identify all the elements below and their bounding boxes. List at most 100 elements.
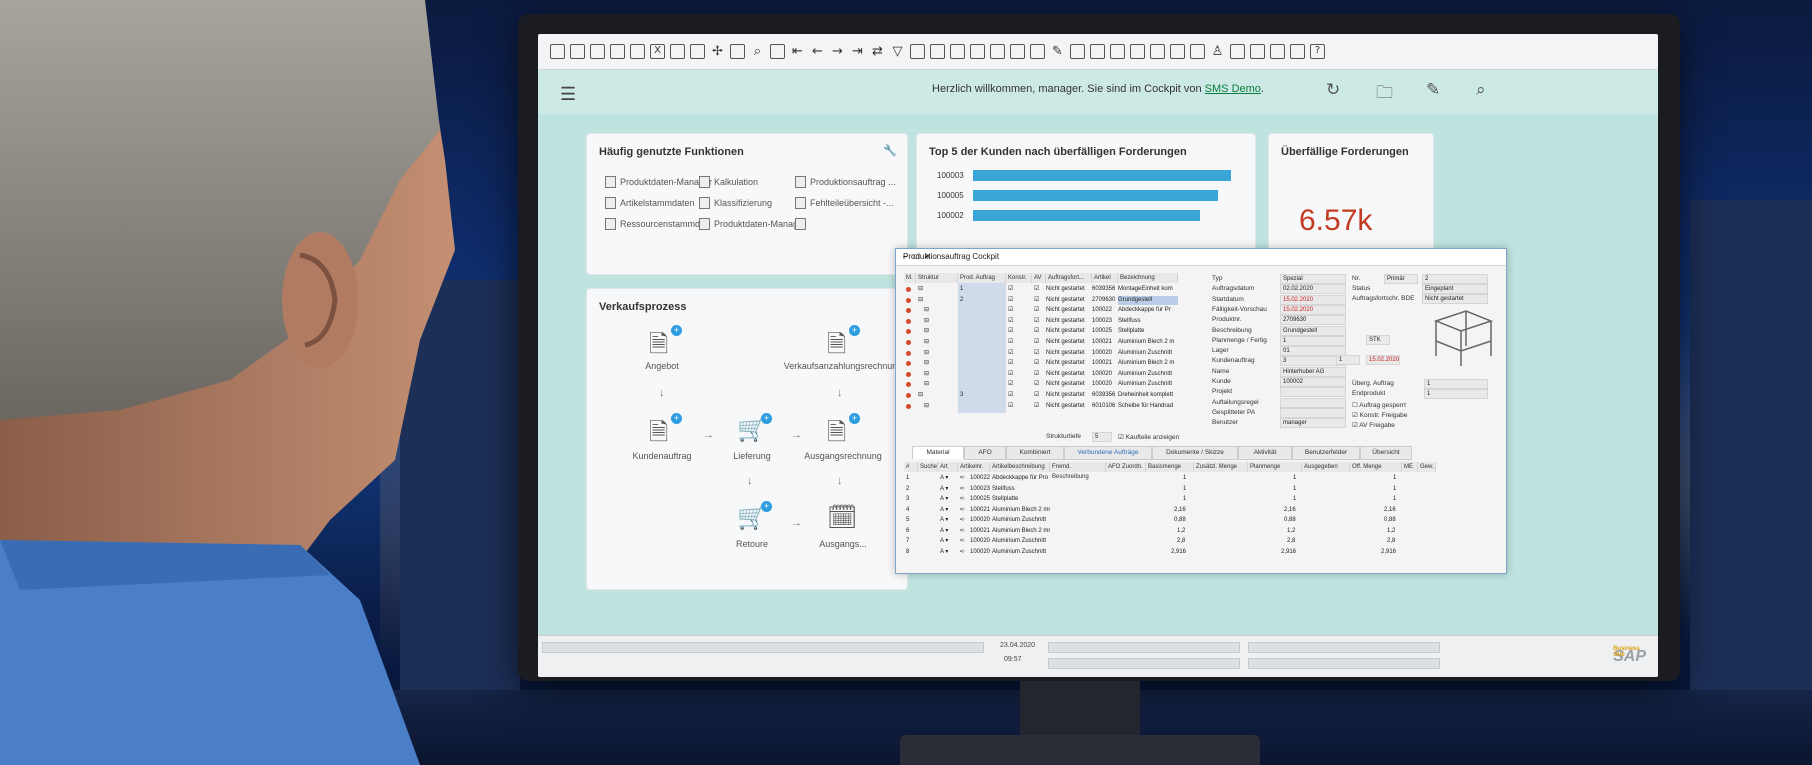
flag-checkbox[interactable]: ☐ Auftrag gesperrt	[1352, 401, 1406, 409]
parent-order-value[interactable]: 1	[1424, 379, 1488, 389]
sales-order-pos[interactable]: 1	[1336, 355, 1360, 365]
tree-node-icon[interactable]: ⊟	[924, 306, 929, 315]
construction-checkbox[interactable]: ☑	[1008, 327, 1013, 336]
doc-icon[interactable]	[990, 44, 1005, 59]
field-value[interactable]: Grundgestell	[1280, 325, 1346, 336]
link-arrow-icon[interactable]: ➪	[960, 516, 965, 525]
column-header[interactable]: AV	[1032, 273, 1046, 283]
number-type[interactable]: Primär	[1384, 274, 1418, 284]
pencil-icon[interactable]: ✎	[1426, 80, 1440, 100]
first-record-icon[interactable]: ⇤	[790, 44, 805, 59]
wrench-icon[interactable]: 🔧	[883, 144, 897, 157]
form-icon[interactable]	[550, 44, 565, 59]
bar[interactable]	[973, 190, 1218, 201]
field-value[interactable]: 15.02.2020	[1280, 304, 1346, 315]
function-link[interactable]: Produktionsauftrag ...	[795, 176, 896, 188]
material-column-header[interactable]: Art	[938, 462, 958, 472]
construction-checkbox[interactable]: ☑	[1008, 402, 1013, 411]
item-type[interactable]: A ▾	[940, 485, 948, 494]
item-type[interactable]: A ▾	[940, 495, 948, 504]
link-arrow-icon[interactable]: ➪	[960, 474, 965, 483]
av-checkbox[interactable]: ☑	[1034, 349, 1039, 358]
column-header[interactable]: Konstr.	[1006, 273, 1032, 283]
tree-node-icon[interactable]: ⊟	[924, 370, 929, 379]
outgoing-icon[interactable]: 🗓	[827, 503, 857, 531]
users-icon[interactable]	[1190, 44, 1205, 59]
item-type[interactable]: A ▾	[940, 506, 948, 515]
material-column-header[interactable]: #	[904, 462, 918, 472]
function-link[interactable]: Kalkulation	[699, 176, 758, 188]
construction-checkbox[interactable]: ☑	[1008, 306, 1013, 315]
field-value[interactable]: Hinterhuber AG	[1280, 366, 1346, 377]
number-value[interactable]: 2	[1422, 274, 1488, 284]
folder-icon[interactable]: 🗀	[1376, 80, 1393, 109]
bar[interactable]	[973, 210, 1200, 221]
preview-icon[interactable]	[590, 44, 605, 59]
av-checkbox[interactable]: ☑	[1034, 306, 1039, 315]
column-header[interactable]: Prod. Auftrag	[958, 273, 1006, 283]
report-icon[interactable]	[1110, 44, 1125, 59]
av-checkbox[interactable]: ☑	[1034, 391, 1039, 400]
item-type[interactable]: A ▾	[940, 474, 948, 483]
report-icon[interactable]	[1090, 44, 1105, 59]
doc-icon[interactable]	[950, 44, 965, 59]
doc-icon[interactable]	[930, 44, 945, 59]
add-icon[interactable]: +	[671, 325, 682, 336]
av-checkbox[interactable]: ☑	[1034, 359, 1039, 368]
construction-checkbox[interactable]: ☑	[1008, 380, 1013, 389]
window-icon[interactable]	[1250, 44, 1265, 59]
tree-node-icon[interactable]: ⊟	[918, 296, 923, 305]
material-column-header[interactable]: Basismenge	[1146, 462, 1194, 472]
tree-node-icon[interactable]: ⊟	[924, 380, 929, 389]
material-column-header[interactable]: ME	[1402, 462, 1418, 472]
print-icon[interactable]	[570, 44, 585, 59]
construction-checkbox[interactable]: ☑	[1008, 370, 1013, 379]
window-icon[interactable]	[1270, 44, 1285, 59]
function-link[interactable]: Fehlteileübersicht -...	[795, 197, 894, 209]
flag-checkbox[interactable]: ☑ Konstr. Freigabe	[1352, 411, 1407, 419]
tab[interactable]: AFO	[964, 446, 1006, 460]
field-value[interactable]: manager	[1280, 418, 1346, 429]
tab[interactable]: Kombiniert	[1006, 446, 1064, 460]
report-icon[interactable]	[1170, 44, 1185, 59]
filter-icon[interactable]: ▽	[890, 44, 905, 59]
report-icon[interactable]	[1130, 44, 1145, 59]
search-icon[interactable]: ⌕	[1476, 80, 1486, 100]
material-column-header[interactable]: Fremd. Beschreibung	[1050, 462, 1106, 480]
excel-icon[interactable]: X	[650, 44, 665, 59]
user-icon[interactable]: ♙	[1210, 44, 1225, 59]
company-link[interactable]: SMS Demo	[1205, 83, 1261, 95]
pdf-icon[interactable]	[610, 44, 625, 59]
field-value[interactable]	[1280, 397, 1346, 408]
material-column-header[interactable]: Artikelnr.	[958, 462, 990, 472]
move-icon[interactable]: ✢	[710, 44, 725, 59]
field-value[interactable]: 100002	[1280, 377, 1346, 387]
settings-form-icon[interactable]	[730, 44, 745, 59]
field-value[interactable]: 2709630	[1280, 315, 1346, 326]
tree-node-icon[interactable]: ⊟	[924, 317, 929, 326]
function-link[interactable]	[795, 218, 806, 230]
help-icon[interactable]: ?	[1310, 44, 1325, 59]
function-link[interactable]: Artikelstammdaten	[605, 197, 695, 209]
report-icon[interactable]	[1070, 44, 1085, 59]
tab[interactable]: Aktivität	[1238, 446, 1292, 460]
material-column-header[interactable]: Suche	[918, 462, 938, 472]
av-checkbox[interactable]: ☑	[1034, 370, 1039, 379]
doc-icon[interactable]	[1010, 44, 1025, 59]
sort-icon[interactable]	[910, 44, 925, 59]
material-column-header[interactable]: Artikelbeschreibung	[990, 462, 1050, 472]
link-arrow-icon[interactable]: ➪	[960, 485, 965, 494]
end-product-value[interactable]: 1	[1424, 389, 1488, 399]
item-type[interactable]: A ▾	[940, 537, 948, 546]
add-icon[interactable]: +	[849, 325, 860, 336]
find-icon[interactable]: ⌕	[750, 44, 765, 59]
field-value[interactable]: 02.02.2020	[1280, 284, 1346, 295]
function-link[interactable]: Produktdaten-Manager	[699, 218, 806, 230]
window-controls[interactable]: –□✕	[903, 252, 1500, 261]
link-arrow-icon[interactable]: ➪	[960, 548, 965, 557]
av-checkbox[interactable]: ☑	[1034, 402, 1039, 411]
link-arrow-icon[interactable]: ➪	[960, 537, 965, 546]
doc-icon[interactable]	[1030, 44, 1045, 59]
bar[interactable]	[973, 170, 1231, 181]
av-checkbox[interactable]: ☑	[1034, 285, 1039, 294]
